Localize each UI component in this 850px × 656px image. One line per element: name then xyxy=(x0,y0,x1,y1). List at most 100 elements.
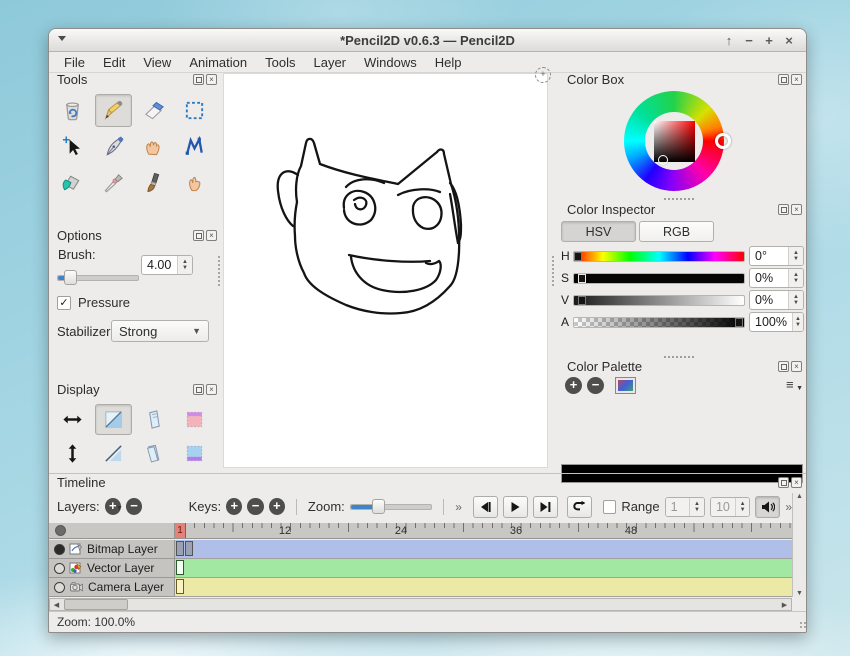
hue-slider[interactable] xyxy=(573,251,745,262)
minimize-button[interactable]: − xyxy=(740,29,758,51)
value-slider[interactable] xyxy=(573,295,745,306)
mirror-diagonal-button[interactable] xyxy=(95,438,132,469)
alpha-spinbox[interactable]: 100% ▲▼ xyxy=(749,312,804,332)
stabilizer-dropdown[interactable]: Strong ▼ xyxy=(111,320,209,342)
tab-rgb[interactable]: RGB xyxy=(639,221,714,242)
spin-down-icon[interactable]: ▼ xyxy=(793,300,799,306)
scroll-left-icon[interactable]: ◀ xyxy=(50,601,63,609)
saturation-value[interactable]: 0% xyxy=(750,269,788,287)
onion-blue-button[interactable] xyxy=(176,438,213,469)
onion-red-button[interactable] xyxy=(176,404,213,435)
slider-handle[interactable] xyxy=(578,274,586,283)
brush-size-slider[interactable] xyxy=(57,275,139,281)
polyline-tool-button[interactable] xyxy=(176,130,213,163)
float-panel-icon[interactable] xyxy=(778,74,789,85)
close-panel-icon[interactable]: × xyxy=(791,74,802,85)
keyframe[interactable] xyxy=(176,560,184,575)
sv-selector-ring[interactable] xyxy=(658,155,668,165)
float-panel-icon[interactable] xyxy=(193,74,204,85)
close-button[interactable]: × xyxy=(780,29,798,51)
visibility-all-icon[interactable] xyxy=(55,525,66,536)
maximize-button[interactable]: + xyxy=(760,29,778,51)
spin-down-icon[interactable]: ▼ xyxy=(694,507,700,513)
menu-windows[interactable]: Windows xyxy=(355,53,426,72)
saturation-slider[interactable] xyxy=(573,273,745,284)
visibility-icon[interactable] xyxy=(54,544,65,555)
alpha-slider[interactable] xyxy=(573,317,745,328)
bucket-tool-button[interactable] xyxy=(54,166,91,199)
keyframe[interactable] xyxy=(176,541,184,556)
loop-button[interactable] xyxy=(567,496,592,518)
layer-name-cell[interactable]: Bitmap Layer xyxy=(49,540,175,559)
spin-down-icon[interactable]: ▼ xyxy=(795,322,801,328)
timeline-vertical-scrollbar[interactable]: ▲ ▼ xyxy=(792,493,806,597)
shade-button[interactable]: ↑ xyxy=(720,29,738,51)
menu-tools[interactable]: Tools xyxy=(256,53,304,72)
current-frame-marker[interactable]: 1 xyxy=(175,523,186,539)
layer-track[interactable] xyxy=(175,540,792,559)
close-panel-icon[interactable]: × xyxy=(791,361,802,372)
spin-down-icon[interactable]: ▼ xyxy=(793,278,799,284)
flip-vertical-button[interactable] xyxy=(54,438,91,469)
hand-tool-button[interactable] xyxy=(135,130,172,163)
close-panel-icon[interactable]: × xyxy=(791,477,802,488)
keyframe[interactable] xyxy=(185,541,193,556)
scroll-right-icon[interactable]: ▶ xyxy=(778,601,791,609)
brush-size-spin-arrows[interactable]: ▲▼ xyxy=(177,256,192,274)
pressure-checkbox[interactable]: ✓ xyxy=(57,296,71,310)
tab-hsv[interactable]: HSV xyxy=(561,221,636,242)
flip-horizontal-button[interactable] xyxy=(54,404,91,435)
toolbar-overflow-left[interactable]: » xyxy=(455,500,462,514)
spin-down-icon[interactable]: ▼ xyxy=(793,256,799,262)
menu-layer[interactable]: Layer xyxy=(304,53,355,72)
ruler-track[interactable]: 1 12 24 36 48 xyxy=(175,523,792,539)
spin-arrows[interactable]: ▲▼ xyxy=(735,498,749,516)
menu-animation[interactable]: Animation xyxy=(180,53,256,72)
smudge-tool-button[interactable] xyxy=(176,166,213,199)
menu-view[interactable]: View xyxy=(134,53,180,72)
select-tool-button[interactable] xyxy=(176,94,213,127)
add-color-button[interactable]: + xyxy=(565,377,582,394)
duplicate-key-button[interactable]: + xyxy=(269,498,285,515)
dock-splitter-handle[interactable] xyxy=(552,256,556,286)
drawing-canvas[interactable] xyxy=(223,73,548,468)
range-start-spinbox[interactable]: 1 ▲▼ xyxy=(665,497,705,517)
close-panel-icon[interactable]: × xyxy=(206,74,217,85)
prev-frame-button[interactable] xyxy=(473,496,498,518)
spin-down-icon[interactable]: ▼ xyxy=(182,265,188,271)
range-checkbox[interactable] xyxy=(603,500,617,514)
range-end-spinbox[interactable]: 10 ▲▼ xyxy=(710,497,750,517)
close-panel-icon[interactable]: × xyxy=(206,230,217,241)
hue-spinbox[interactable]: 0° ▲▼ xyxy=(749,246,804,266)
keyframe[interactable] xyxy=(176,579,184,594)
onion-prev-button[interactable] xyxy=(135,404,172,435)
alpha-value[interactable]: 100% xyxy=(750,313,792,331)
close-panel-icon[interactable]: × xyxy=(206,384,217,395)
menu-edit[interactable]: Edit xyxy=(94,53,134,72)
delete-layer-button[interactable]: − xyxy=(126,498,142,515)
slider-knob[interactable] xyxy=(64,270,77,285)
brush-tool-button[interactable] xyxy=(135,166,172,199)
scrollbar-thumb[interactable] xyxy=(64,599,128,610)
visibility-icon[interactable] xyxy=(54,582,65,593)
onion-next-button[interactable] xyxy=(135,438,172,469)
range-end-value[interactable]: 10 xyxy=(711,498,735,516)
title-bar[interactable]: *Pencil2D v0.6.3 — Pencil2D ↑ − + × xyxy=(49,29,806,52)
spin-arrows[interactable]: ▲▼ xyxy=(792,313,803,331)
remove-color-button[interactable]: − xyxy=(587,377,604,394)
slider-handle[interactable] xyxy=(735,318,743,327)
window-menu-icon[interactable] xyxy=(58,36,66,41)
pen-tool-button[interactable] xyxy=(95,130,132,163)
value-value[interactable]: 0% xyxy=(750,291,788,309)
resize-grip[interactable] xyxy=(800,626,802,628)
visibility-icon[interactable] xyxy=(54,563,65,574)
panel-splitter-handle[interactable] xyxy=(664,198,694,200)
spin-arrows[interactable]: ▲▼ xyxy=(788,291,803,309)
value-spinbox[interactable]: 0% ▲▼ xyxy=(749,290,804,310)
saturation-spinbox[interactable]: 0% ▲▼ xyxy=(749,268,804,288)
layer-row-camera[interactable]: Camera Layer xyxy=(49,578,792,597)
float-panel-icon[interactable] xyxy=(778,204,789,215)
layer-name-cell[interactable]: Vector Layer xyxy=(49,559,175,578)
layer-row-bitmap[interactable]: Bitmap Layer xyxy=(49,540,792,559)
timeline-ruler[interactable]: 1 12 24 36 48 xyxy=(49,523,792,539)
